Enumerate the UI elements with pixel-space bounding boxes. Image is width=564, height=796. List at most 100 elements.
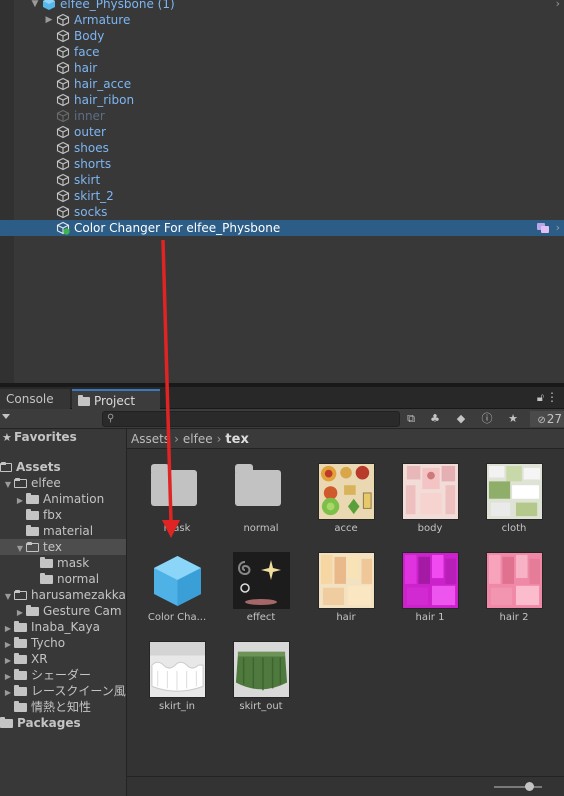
gameobject-script-icon [56, 221, 70, 235]
foldout-open-icon[interactable]: ▼ [2, 477, 14, 493]
favorite-star-icon[interactable]: ★ [504, 411, 522, 427]
texture-thumbnail [402, 552, 459, 609]
tree-item-inaba-kaya[interactable]: ▶ Inaba_Kaya [2, 619, 100, 635]
filter-by-label-icon[interactable]: ◆ [452, 411, 470, 427]
breadcrumb-assets[interactable]: Assets [131, 432, 170, 446]
create-dropdown-icon[interactable] [2, 414, 10, 419]
asset-folder-mask[interactable]: mask [137, 460, 217, 544]
asset-texture-skirt-out[interactable]: skirt_out [221, 638, 301, 722]
foldout-open-icon[interactable]: ▼ [14, 541, 26, 557]
hierarchy-item-color-changer[interactable]: Color Changer For elfee_Physbone › [0, 220, 564, 236]
hierarchy-item-shoes[interactable]: shoes [14, 140, 564, 156]
hierarchy-item-hair-ribon[interactable]: hair_ribon [14, 92, 564, 108]
hierarchy-item-label: Armature [74, 13, 131, 27]
folder-tree: ★ Favorites Assets ▼ elfee ▶ Animation fbx … [0, 429, 126, 796]
hierarchy-item-shorts[interactable]: shorts [14, 156, 564, 172]
chevron-right-icon[interactable]: › [556, 0, 560, 12]
zoom-slider[interactable] [494, 786, 542, 788]
breadcrumb-tex[interactable]: tex [225, 432, 248, 447]
gameobject-cube-icon [56, 13, 70, 27]
tree-favorites[interactable]: ★ Favorites [2, 429, 77, 445]
tree-item-shader[interactable]: ▶ シェーダー [2, 667, 91, 683]
hierarchy-item-armature[interactable]: ▶ Armature [14, 12, 564, 28]
foldout-closed-icon[interactable]: ▶ [2, 685, 14, 701]
tree-item-normal[interactable]: normal [40, 571, 99, 587]
tree-item-tycho[interactable]: ▶ Tycho [2, 635, 65, 651]
hidden-packages-toggle[interactable]: ⊘27 [530, 411, 564, 427]
search-field[interactable]: ⚲ [102, 411, 400, 427]
tree-item-mask[interactable]: mask [40, 555, 89, 571]
zoom-slider-handle[interactable] [525, 782, 534, 791]
gameobject-cube-icon [56, 157, 70, 171]
gameobject-cube-icon [56, 205, 70, 219]
hierarchy-item-face[interactable]: face [14, 44, 564, 60]
tree-packages[interactable]: Packages [0, 715, 81, 731]
folder-open-icon [14, 478, 27, 488]
foldout-open-icon[interactable]: ▼ [30, 0, 40, 12]
texture-thumbnail [486, 463, 543, 520]
tab-project[interactable]: Project [72, 389, 160, 409]
hierarchy-item-label: inner [74, 109, 105, 123]
breadcrumb-elfee[interactable]: elfee [183, 432, 213, 446]
asset-texture-effect[interactable]: effect [221, 549, 301, 633]
asset-texture-hair[interactable]: hair [306, 549, 386, 633]
tree-item-race-queen[interactable]: ▶ レースクイーン風3D: [2, 683, 126, 699]
folder-icon [151, 464, 197, 506]
more-menu-icon[interactable]: ⋮ [546, 390, 558, 404]
hierarchy-item-root[interactable]: ▼ elfee_Physbone (1) › [14, 0, 564, 12]
filter-by-type-icon[interactable]: ♣ [426, 411, 444, 427]
hierarchy-item-body[interactable]: Body [14, 28, 564, 44]
asset-label: cloth [501, 523, 527, 534]
chevron-right-icon[interactable]: › [556, 220, 560, 236]
tree-item-animation[interactable]: ▶ Animation [14, 491, 104, 507]
asset-texture-hair-1[interactable]: hair 1 [390, 549, 470, 633]
overrides-icon[interactable] [536, 222, 550, 234]
foldout-closed-icon[interactable]: ▶ [14, 493, 26, 509]
lock-icon[interactable]: 🔓︎ [537, 391, 544, 405]
search-input[interactable] [121, 412, 391, 426]
asset-texture-cloth[interactable]: cloth [474, 460, 554, 544]
asset-label: acce [334, 523, 358, 534]
asset-texture-hair-2[interactable]: hair 2 [474, 549, 554, 633]
hierarchy-item-label: Color Changer For elfee_Physbone [74, 221, 281, 235]
foldout-closed-icon[interactable]: ▶ [44, 12, 54, 28]
hierarchy-item-outer[interactable]: outer [14, 124, 564, 140]
asset-texture-skirt-in[interactable]: skirt_in [137, 638, 217, 722]
folder-icon [26, 605, 39, 616]
gameobject-cube-icon [56, 125, 70, 139]
hierarchy-item-skirt-2[interactable]: skirt_2 [14, 188, 564, 204]
tab-label: Project [94, 394, 136, 408]
asset-texture-acce[interactable]: acce [306, 460, 386, 544]
hierarchy-item-hair[interactable]: hair [14, 60, 564, 76]
asset-folder-normal[interactable]: normal [221, 460, 301, 544]
tree-item-gesture-cam[interactable]: ▶ Gesture Cam [14, 603, 122, 619]
asset-label: normal [243, 523, 279, 534]
hierarchy-item-inner[interactable]: inner [14, 108, 564, 124]
tree-item-material[interactable]: material [26, 523, 93, 539]
texture-thumbnail [233, 641, 290, 698]
tree-item-jonetsu[interactable]: 情熱と知性 [14, 699, 91, 715]
asset-prefab-color-changer[interactable]: Color Cha... [137, 549, 217, 633]
search-scope-icon[interactable]: ⧉ [402, 411, 420, 427]
tree-assets[interactable]: Assets [0, 459, 61, 475]
project-toolbar: ⚲ ⧉ ♣ ◆ ⓘ ★ ⊘27 [0, 409, 564, 429]
tree-item-harusamezakka[interactable]: ▼ harusamezakka [2, 587, 126, 603]
chevron-right-icon: › [174, 432, 179, 446]
asset-texture-body[interactable]: body [390, 460, 470, 544]
hierarchy-item-socks[interactable]: socks [14, 204, 564, 220]
gameobject-cube-icon [56, 93, 70, 107]
tree-item-xr[interactable]: ▶ XR [2, 651, 48, 667]
asset-label: hair 2 [499, 612, 529, 623]
hierarchy-item-skirt[interactable]: skirt [14, 172, 564, 188]
foldout-open-icon[interactable]: ▼ [2, 589, 14, 605]
tab-console[interactable]: Console [0, 389, 70, 409]
tree-item-fbx[interactable]: fbx [26, 507, 62, 523]
tree-item-tex[interactable]: ▼ tex [0, 539, 126, 555]
texture-thumbnail [486, 552, 543, 609]
texture-thumbnail [402, 463, 459, 520]
asset-grid: Assets › elfee › tex mask normal acce body [127, 429, 564, 796]
tree-item-elfee[interactable]: ▼ elfee [2, 475, 61, 491]
hierarchy-item-hair-acce[interactable]: hair_acce [14, 76, 564, 92]
filter-by-log-icon[interactable]: ⓘ [478, 411, 496, 427]
hierarchy-item-label: hair [74, 61, 98, 75]
